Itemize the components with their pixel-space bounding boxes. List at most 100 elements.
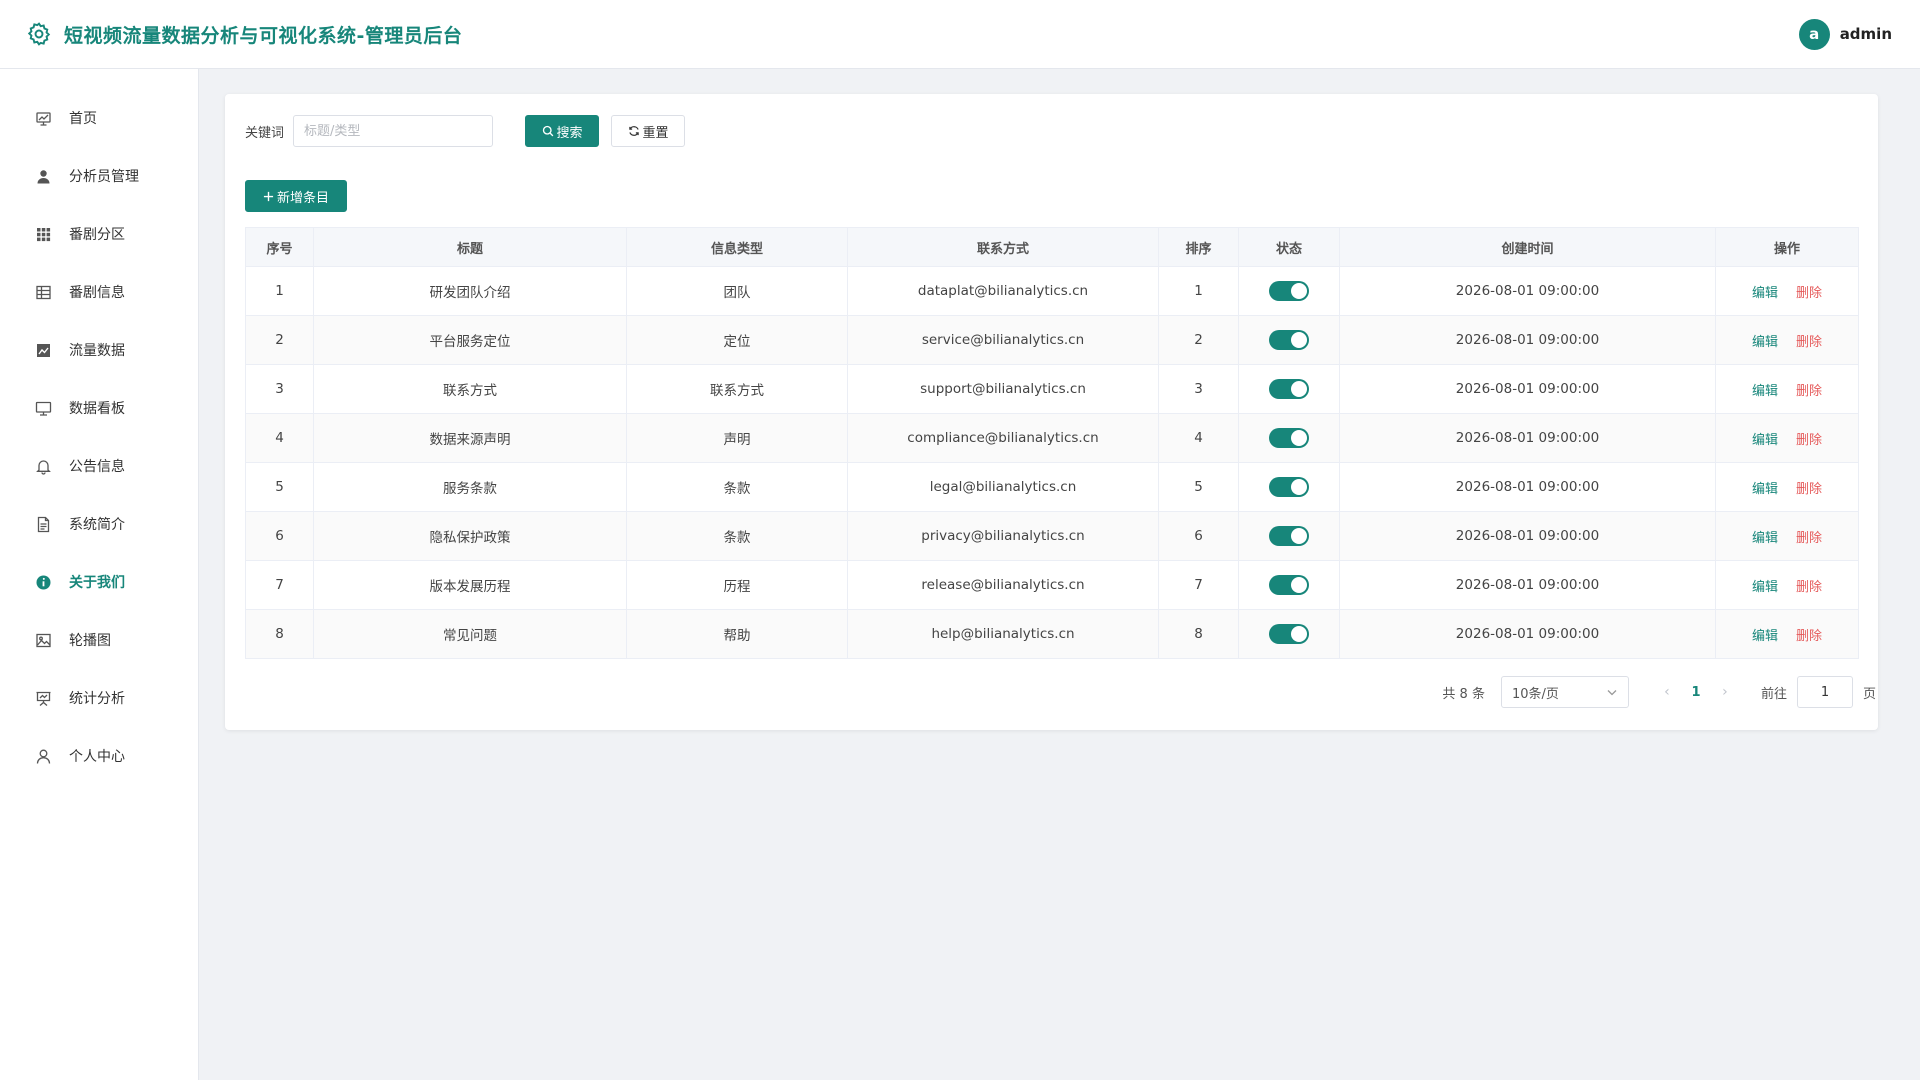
toggle-knob	[1291, 626, 1307, 642]
sidebar-item[interactable]: 流量数据	[0, 321, 198, 379]
edit-button[interactable]: 编辑	[1752, 433, 1778, 448]
app-title: 短视频流量数据分析与可视化系统-管理员后台	[64, 24, 463, 47]
sidebar-item[interactable]: 公告信息	[0, 437, 198, 495]
cell-created: 2026-08-01 09:00:00	[1339, 560, 1716, 610]
column-header: 序号	[245, 227, 314, 267]
cell-title: 数据来源声明	[313, 413, 627, 463]
status-toggle[interactable]	[1269, 477, 1309, 497]
sidebar-item[interactable]: 分析员管理	[0, 147, 198, 205]
person-icon	[36, 749, 51, 764]
status-toggle[interactable]	[1269, 428, 1309, 448]
add-item-button[interactable]: 新增条目	[245, 180, 347, 212]
status-toggle[interactable]	[1269, 575, 1309, 595]
goto-page-input[interactable]	[1796, 676, 1853, 708]
edit-button[interactable]: 编辑	[1752, 482, 1778, 497]
monitor-icon	[35, 401, 52, 416]
delete-button[interactable]: 删除	[1796, 482, 1822, 497]
cell-actions: 编辑 删除	[1715, 364, 1859, 414]
keyword-input[interactable]	[293, 115, 494, 147]
cell-contact: dataplat@bilianalytics.cn	[847, 266, 1159, 316]
delete-button[interactable]: 删除	[1796, 384, 1822, 399]
sidebar-item[interactable]: 番剧信息	[0, 263, 198, 321]
delete-button[interactable]: 删除	[1796, 335, 1822, 350]
cell-actions: 编辑 删除	[1715, 462, 1859, 512]
plus-icon	[263, 191, 274, 201]
edit-button[interactable]: 编辑	[1752, 335, 1778, 350]
cell-status	[1238, 315, 1340, 365]
next-page-button[interactable]: ›	[1711, 684, 1739, 700]
goto-label: 前往	[1760, 686, 1787, 702]
column-header: 排序	[1158, 227, 1239, 267]
sidebar-item[interactable]: 系统简介	[0, 495, 198, 553]
sidebar-item-label: 统计分析	[69, 691, 125, 707]
sidebar-item-label: 番剧分区	[69, 227, 125, 243]
username[interactable]: admin	[1840, 25, 1892, 43]
toggle-knob	[1291, 430, 1307, 446]
cell-contact: legal@bilianalytics.cn	[847, 462, 1159, 512]
cell-type: 声明	[626, 413, 848, 463]
cell-order: 3	[1158, 364, 1239, 414]
edit-button[interactable]: 编辑	[1752, 384, 1778, 399]
cell-type: 条款	[626, 462, 848, 512]
sidebar-item[interactable]: 数据看板	[0, 379, 198, 437]
sidebar-item[interactable]: 番剧分区	[0, 205, 198, 263]
toggle-knob	[1291, 283, 1307, 299]
delete-button[interactable]: 删除	[1796, 286, 1822, 301]
delete-button[interactable]: 删除	[1796, 580, 1822, 595]
status-toggle[interactable]	[1269, 281, 1309, 301]
toggle-knob	[1291, 528, 1307, 544]
page-number-current[interactable]: 1	[1681, 685, 1711, 700]
page-suffix: 页	[1862, 686, 1876, 702]
status-toggle[interactable]	[1269, 624, 1309, 644]
status-toggle[interactable]	[1269, 526, 1309, 546]
avatar[interactable]: a	[1798, 18, 1830, 50]
edit-button[interactable]: 编辑	[1752, 286, 1778, 301]
sidebar-item-label: 番剧信息	[69, 285, 125, 301]
delete-button[interactable]: 删除	[1796, 433, 1822, 448]
cell-order: 6	[1158, 511, 1239, 561]
edit-button[interactable]: 编辑	[1752, 629, 1778, 644]
cell-no: 3	[245, 364, 314, 414]
cell-created: 2026-08-01 09:00:00	[1339, 315, 1716, 365]
cell-created: 2026-08-01 09:00:00	[1339, 609, 1716, 659]
grid-icon	[37, 227, 51, 241]
sidebar-item-label: 轮播图	[69, 633, 111, 649]
sidebar-item[interactable]: 轮播图	[0, 611, 198, 669]
sidebar-item[interactable]: 首页	[0, 89, 198, 147]
delete-button[interactable]: 删除	[1796, 531, 1822, 546]
cell-contact: release@bilianalytics.cn	[847, 560, 1159, 610]
cell-no: 7	[245, 560, 314, 610]
cell-actions: 编辑 删除	[1715, 560, 1859, 610]
chevron-down-icon	[1607, 690, 1617, 696]
cell-title: 常见问题	[313, 609, 627, 659]
sidebar-item[interactable]: 关于我们	[0, 553, 198, 611]
cell-no: 5	[245, 462, 314, 512]
cell-status	[1238, 266, 1340, 316]
delete-button[interactable]: 删除	[1796, 629, 1822, 644]
cell-status	[1238, 511, 1340, 561]
cell-order: 8	[1158, 609, 1239, 659]
cell-created: 2026-08-01 09:00:00	[1339, 413, 1716, 463]
user-menu[interactable]: a admin	[1798, 18, 1892, 50]
cell-type: 联系方式	[626, 364, 848, 414]
status-toggle[interactable]	[1269, 330, 1309, 350]
edit-button[interactable]: 编辑	[1752, 531, 1778, 546]
cell-type: 定位	[626, 315, 848, 365]
column-header: 联系方式	[847, 227, 1159, 267]
table-row: 4 数据来源声明 声明 compliance@bilianalytics.cn 4 202…	[245, 413, 1859, 463]
sidebar-item[interactable]: 统计分析	[0, 669, 198, 727]
page-size-select[interactable]: 10条/页	[1500, 676, 1629, 708]
search-button[interactable]: 搜索	[525, 115, 600, 147]
edit-button[interactable]: 编辑	[1752, 580, 1778, 595]
cell-contact: compliance@bilianalytics.cn	[847, 413, 1159, 463]
sidebar-item[interactable]: 个人中心	[0, 727, 198, 785]
cell-status	[1238, 413, 1340, 463]
cell-title: 隐私保护政策	[313, 511, 627, 561]
prev-page-button[interactable]: ‹	[1653, 684, 1681, 700]
reset-button[interactable]: 重置	[611, 115, 686, 147]
status-toggle[interactable]	[1269, 379, 1309, 399]
sidebar-item-label: 流量数据	[69, 343, 125, 359]
sidebar: 首页 分析员管理番剧分区番剧信息流量数据数据看板 公告信息 系统简介 关于我们轮播图统计…	[0, 69, 199, 1080]
cell-no: 2	[245, 315, 314, 365]
cell-actions: 编辑 删除	[1715, 266, 1859, 316]
